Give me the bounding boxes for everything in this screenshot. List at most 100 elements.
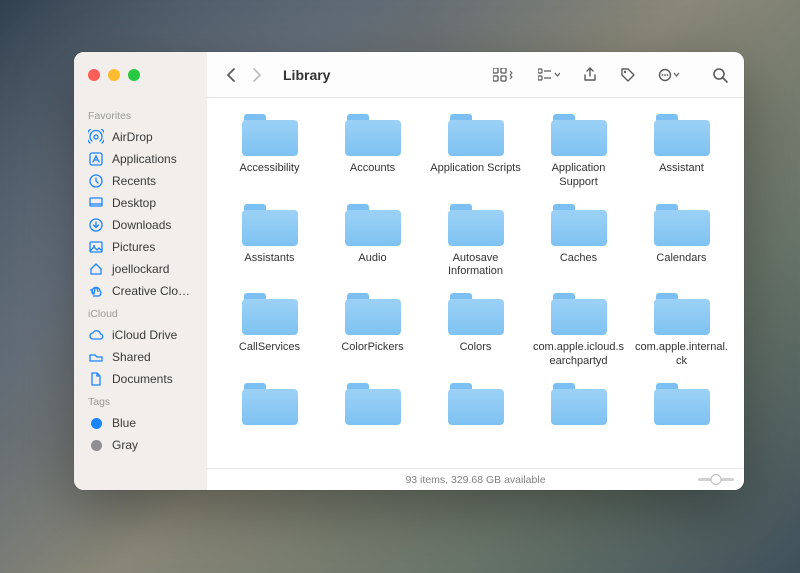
folder-item[interactable]: Assistants (223, 202, 316, 280)
sidebar-item-airdrop[interactable]: AirDrop (74, 126, 207, 148)
search-button[interactable] (708, 63, 732, 87)
share-button[interactable] (578, 63, 602, 87)
folder-item[interactable]: CallServices (223, 291, 316, 369)
folder-icon (345, 291, 401, 337)
forward-button[interactable] (245, 63, 269, 87)
sidebar: Favorites AirDrop Applications Recents Deskt… (74, 98, 207, 490)
folder-icon (448, 112, 504, 158)
folder-icon (551, 202, 607, 248)
folder-icon (242, 112, 298, 158)
tag-dot-icon (88, 437, 104, 453)
sidebar-item-applications[interactable]: Applications (74, 148, 207, 170)
status-text: 93 items, 329.68 GB available (405, 474, 545, 486)
folder-item[interactable]: Application Scripts (429, 112, 522, 190)
folder-item[interactable]: com.apple.icloud.searchpartyd (532, 291, 625, 369)
titlebar: Library (74, 52, 744, 98)
sidebar-airdrop-icon (88, 129, 104, 145)
folder-icon (345, 112, 401, 158)
folder-grid: Accessibility Accounts Application Scripts… (223, 112, 728, 431)
folder-item[interactable]: Accounts (326, 112, 419, 190)
folder-icon (448, 291, 504, 337)
group-button[interactable] (534, 63, 564, 87)
sidebar-item-pictures[interactable]: Pictures (74, 236, 207, 258)
folder-icon (448, 202, 504, 248)
folder-label: Calendars (656, 252, 706, 266)
folder-label: com.apple.icloud.searchpartyd (532, 341, 625, 369)
sidebar-item-label: Applications (112, 152, 177, 166)
sidebar-item-label: Documents (112, 372, 173, 386)
sidebar-creativecloud-icon (88, 283, 104, 299)
folder-item[interactable]: com.apple.internal.ck (635, 291, 728, 369)
sidebar-document-icon (88, 371, 104, 387)
sidebar-item-label: AirDrop (112, 130, 153, 144)
folder-label: com.apple.internal.ck (635, 341, 728, 369)
sidebar-item-creative-clo-[interactable]: Creative Clo… (74, 280, 207, 302)
folder-item[interactable] (429, 381, 522, 431)
sidebar-item-blue[interactable]: Blue (74, 412, 207, 434)
folder-item[interactable] (223, 381, 316, 431)
folder-item[interactable] (532, 381, 625, 431)
folder-icon (551, 381, 607, 427)
tag-button[interactable] (616, 63, 640, 87)
folder-label: Assistant (659, 162, 704, 176)
folder-item[interactable]: Caches (532, 202, 625, 280)
folder-item[interactable]: Accessibility (223, 112, 316, 190)
folder-item[interactable]: Application Support (532, 112, 625, 190)
folder-item[interactable]: Autosave Information (429, 202, 522, 280)
folder-label: Accounts (350, 162, 395, 176)
sidebar-item-label: iCloud Drive (112, 328, 177, 342)
sidebar-item-gray[interactable]: Gray (74, 434, 207, 456)
folder-label: Audio (358, 252, 386, 266)
back-button[interactable] (219, 63, 243, 87)
sidebar-pictures-icon (88, 239, 104, 255)
folder-icon (345, 202, 401, 248)
sidebar-item-downloads[interactable]: Downloads (74, 214, 207, 236)
folder-label: Application Scripts (430, 162, 521, 176)
sidebar-header: iCloud (74, 302, 207, 324)
folder-icon (654, 381, 710, 427)
minimize-button[interactable] (108, 69, 120, 81)
folder-item[interactable] (326, 381, 419, 431)
sidebar-item-label: Downloads (112, 218, 171, 232)
close-button[interactable] (88, 69, 100, 81)
sidebar-header: Tags (74, 390, 207, 412)
zoom-slider[interactable] (698, 478, 734, 481)
sidebar-recents-icon (88, 173, 104, 189)
action-button[interactable] (654, 63, 684, 87)
folder-icon (551, 112, 607, 158)
folder-icon (345, 381, 401, 427)
folder-item[interactable]: Assistant (635, 112, 728, 190)
folder-item[interactable]: Calendars (635, 202, 728, 280)
sidebar-item-desktop[interactable]: Desktop (74, 192, 207, 214)
window-title: Library (283, 67, 330, 83)
sidebar-cloud-icon (88, 327, 104, 343)
folder-grid-scroll[interactable]: Accessibility Accounts Application Scripts… (207, 98, 744, 468)
sidebar-item-label: Recents (112, 174, 156, 188)
folder-label: CallServices (239, 341, 300, 355)
maximize-button[interactable] (128, 69, 140, 81)
folder-label: Accessibility (240, 162, 300, 176)
sidebar-desktop-icon (88, 195, 104, 211)
sidebar-applications-icon (88, 151, 104, 167)
sidebar-item-recents[interactable]: Recents (74, 170, 207, 192)
sidebar-item-shared[interactable]: Shared (74, 346, 207, 368)
sidebar-item-joellockard[interactable]: joellockard (74, 258, 207, 280)
folder-label: Application Support (532, 162, 625, 190)
folder-label: Autosave Information (429, 252, 522, 280)
sidebar-item-documents[interactable]: Documents (74, 368, 207, 390)
folder-item[interactable]: ColorPickers (326, 291, 419, 369)
sidebar-downloads-icon (88, 217, 104, 233)
sidebar-item-label: Blue (112, 416, 136, 430)
folder-item[interactable]: Audio (326, 202, 419, 280)
folder-icon (551, 291, 607, 337)
folder-icon (242, 291, 298, 337)
folder-label: Caches (560, 252, 597, 266)
sidebar-item-label: Desktop (112, 196, 156, 210)
folder-item[interactable] (635, 381, 728, 431)
folder-label: Colors (460, 341, 492, 355)
folder-icon (654, 112, 710, 158)
sidebar-item-icloud-drive[interactable]: iCloud Drive (74, 324, 207, 346)
view-icons-button[interactable] (486, 63, 520, 87)
sidebar-header: Favorites (74, 104, 207, 126)
folder-item[interactable]: Colors (429, 291, 522, 369)
